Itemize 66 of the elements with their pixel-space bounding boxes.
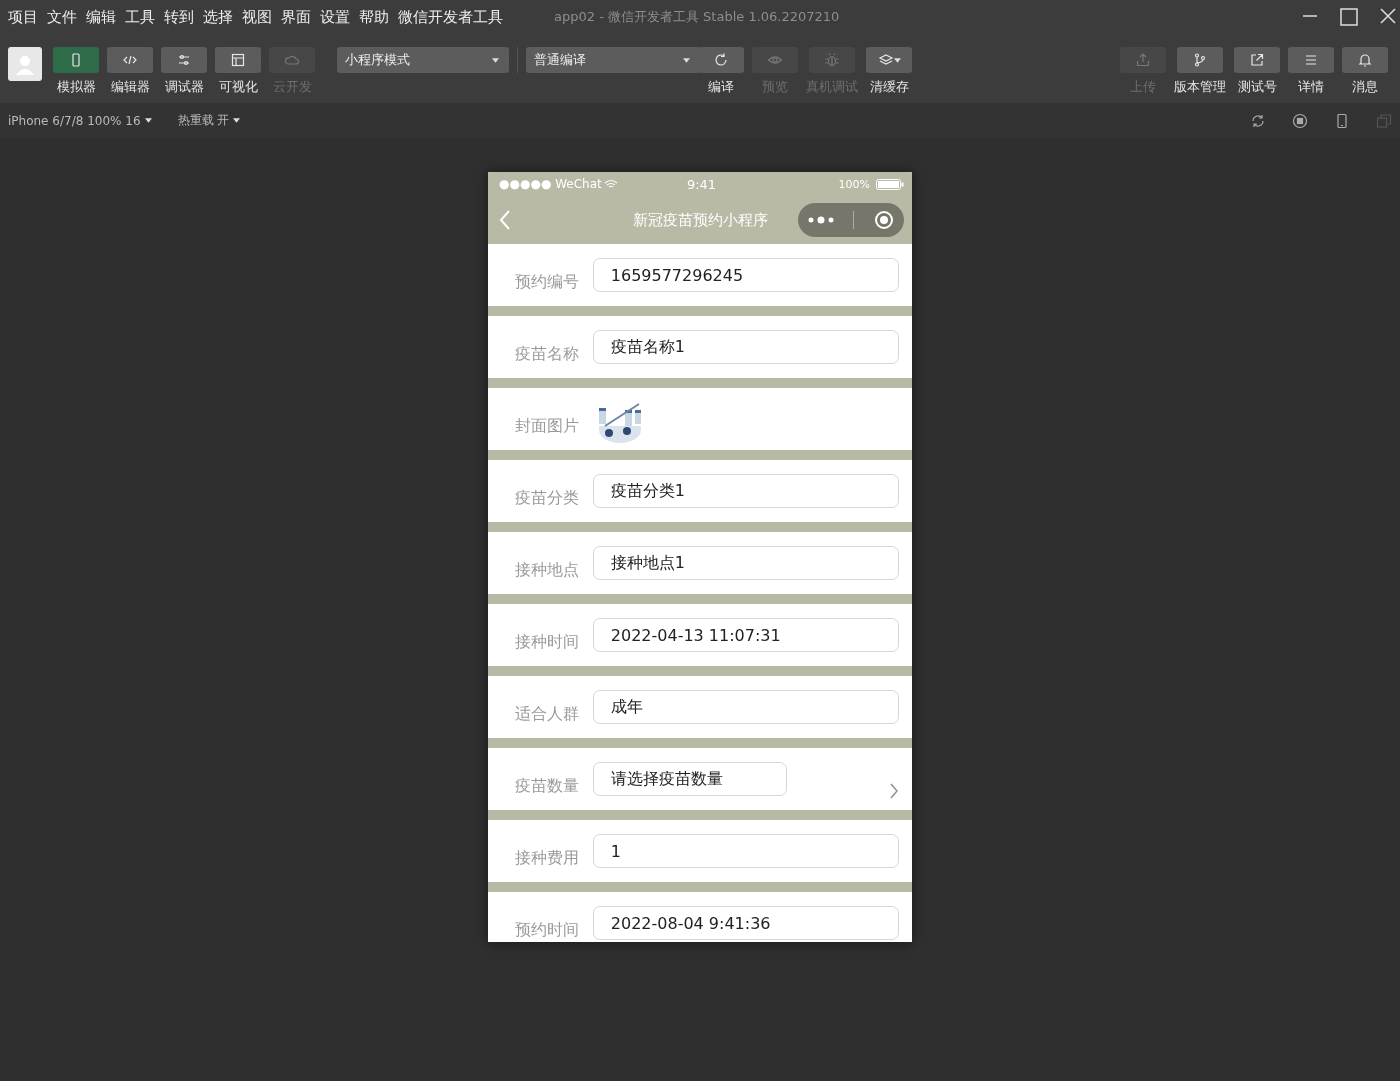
input-field[interactable]: 2022-08-04 9:41:36: [592, 906, 899, 940]
picker-field[interactable]: 请选择疫苗数量: [593, 762, 787, 796]
branch-icon: [1192, 52, 1208, 68]
field-label: 接种时间: [515, 630, 580, 653]
menu-item[interactable]: 视图: [242, 7, 272, 27]
battery-icon: [876, 178, 904, 190]
menu-item[interactable]: 文件: [47, 7, 77, 27]
menu-item[interactable]: 设置: [320, 7, 350, 27]
bell-icon: [1357, 52, 1373, 68]
field-label: 疫苗名称: [515, 342, 580, 365]
rotate-icon: [1250, 112, 1266, 129]
input-field[interactable]: 疫苗名称1: [592, 330, 899, 364]
input-field[interactable]: 成年: [592, 690, 899, 724]
window-title: app02 - 微信开发者工具 Stable 1.06.2207210: [554, 8, 840, 26]
menu-item[interactable]: 工具: [125, 7, 155, 27]
field-label: 疫苗分类: [515, 486, 580, 509]
clock-text: 9:41: [686, 176, 717, 192]
menu-item[interactable]: 编辑: [86, 7, 116, 27]
menu-item[interactable]: 项目: [8, 7, 38, 27]
layout-icon: [230, 52, 246, 68]
chevron-right-icon[interactable]: [889, 783, 899, 799]
phone-icon: [1334, 112, 1350, 129]
input-field[interactable]: 2022-04-13 11:07:31: [592, 618, 899, 652]
bug-icon: [824, 52, 840, 68]
maximize-icon[interactable]: [1340, 8, 1358, 26]
caret-icon: [233, 118, 241, 123]
battery-text: 100%: [838, 177, 870, 191]
capsule-button[interactable]: [798, 203, 904, 237]
menu-icon: [1303, 52, 1319, 68]
input-field[interactable]: 1659577296245: [592, 258, 899, 292]
caret-icon: [683, 57, 690, 63]
input-field[interactable]: 疫苗分类1: [592, 474, 899, 508]
windows-icon: [1376, 112, 1392, 129]
menu-item[interactable]: 转到: [164, 7, 194, 27]
refresh-icon: [713, 52, 729, 68]
mode-dropdown[interactable]: 小程序模式: [337, 47, 509, 73]
hot-reload-dropdown[interactable]: 热重载 开: [177, 112, 241, 129]
record-icon: [1292, 112, 1308, 129]
toolbar-button[interactable]: 版本管理: [1174, 47, 1226, 96]
device-dropdown[interactable]: iPhone 6/7/8 100% 16: [8, 113, 152, 128]
carrier-text: ●●●●● WeChat: [499, 177, 634, 191]
caret-icon: [144, 118, 152, 123]
menu-item[interactable]: 微信开发者工具: [398, 7, 503, 27]
field-label: 预约编号: [515, 270, 580, 293]
field-label: 接种地点: [515, 558, 580, 581]
wifi-icon: [603, 179, 618, 189]
field-label: 疫苗数量: [515, 774, 580, 797]
field-label: 封面图片: [515, 414, 580, 437]
field-label: 接种费用: [515, 846, 580, 869]
page-title: 新冠疫苗预约小程序: [632, 210, 768, 229]
menu-item[interactable]: 选择: [203, 7, 233, 27]
sliders-icon: [176, 52, 192, 68]
external-link-icon: [1249, 52, 1265, 68]
more-icon[interactable]: [807, 216, 834, 224]
close-target-icon[interactable]: [874, 210, 895, 230]
menu-item[interactable]: 帮助: [359, 7, 389, 27]
caret-icon: [492, 57, 499, 63]
input-field[interactable]: 1: [592, 834, 899, 868]
field-label: 预约时间: [515, 918, 580, 941]
upload-icon: [1135, 52, 1151, 68]
field-label: 适合人群: [515, 702, 580, 725]
compile-dropdown[interactable]: 普通编译: [526, 47, 700, 73]
menu-item[interactable]: 界面: [281, 7, 311, 27]
input-field[interactable]: 接种地点1: [592, 546, 899, 580]
close-icon[interactable]: [1380, 8, 1396, 24]
caret-icon: [893, 57, 901, 63]
